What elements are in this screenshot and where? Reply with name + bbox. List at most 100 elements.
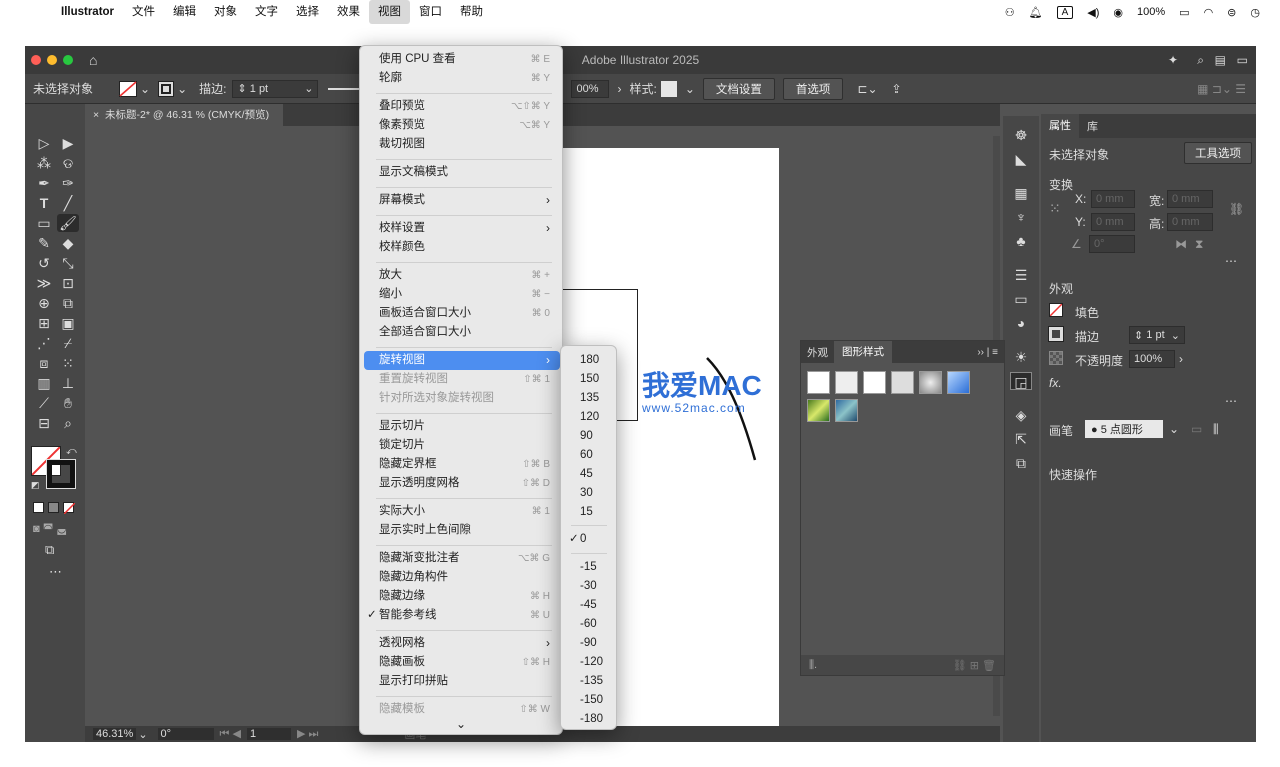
print-tiling-tool-icon[interactable]: ⊟ (33, 414, 55, 432)
rotate-option[interactable]: 135 (565, 389, 614, 408)
menu-item-reset-rotate-view[interactable]: 重置旋转视图 ⇧⌘ 1 (364, 370, 560, 389)
artboard-number-input[interactable]: 1 (246, 728, 291, 740)
gradient-tool-icon[interactable]: ▣ (57, 314, 79, 332)
width-input[interactable]: 0 mm (1167, 190, 1213, 208)
style-swatch-7[interactable] (807, 399, 830, 422)
menu-item-hide-gradient-annotator[interactable]: 隐藏渐变批注者 ⌥⌘ G (364, 549, 560, 568)
menu-item-smart-guides[interactable]: ✓ 智能参考线 ⌘ U (364, 606, 560, 625)
menu-item-cpu-preview[interactable]: 使用 CPU 查看 ⌘ E (364, 50, 560, 69)
transparency-icon[interactable]: ◕ (1010, 314, 1032, 332)
menu-item-pixel-preview[interactable]: 像素预览 ⌥⌘ Y (364, 116, 560, 135)
chevron-down-icon[interactable]: ⌄ (685, 82, 695, 96)
rotate-option[interactable]: -90 (565, 634, 614, 653)
appearance-icon[interactable]: ☀ (1010, 348, 1032, 366)
rotate-option[interactable]: 180 (565, 351, 614, 370)
shaper-tool-icon[interactable]: ✎ (33, 234, 55, 252)
graphic-styles-icon[interactable]: ◲ (1010, 372, 1032, 390)
clock-icon[interactable]: ◷ (1250, 6, 1260, 19)
menu-file[interactable]: 文件 (123, 0, 164, 24)
artboard-next-icon[interactable]: ▶ ⏭ (297, 727, 318, 741)
eraser-tool-icon[interactable]: ◆ (57, 234, 79, 252)
flip-horizontal-icon[interactable]: ⧓ (1175, 237, 1187, 251)
wifi-icon[interactable]: ◠ (1204, 6, 1214, 19)
lasso-tool-icon[interactable]: ଡ (57, 154, 79, 172)
swap-colors-icon[interactable]: ⤺ (66, 446, 77, 457)
menu-item-screen-mode[interactable]: 屏幕模式 › (364, 191, 560, 210)
rotate-option[interactable]: -135 (565, 672, 614, 691)
share-icon[interactable]: ⇪ (892, 82, 902, 96)
brush-libraries-icon[interactable]: ⫼ (1213, 422, 1219, 437)
libraries-icon[interactable]: ▦ (1010, 184, 1032, 202)
panel-toggle-icon[interactable]: ▭ (1237, 53, 1248, 67)
menu-item-hide-edges[interactable]: 隐藏边缘 ⌘ H (364, 587, 560, 606)
transparency-swatch[interactable] (1049, 351, 1063, 365)
rotate-option[interactable]: 30 (565, 484, 614, 503)
rotate-option[interactable]: 60 (565, 446, 614, 465)
creative-cloud-icon[interactable]: ⚇ (1005, 6, 1015, 19)
style-swatch-4[interactable] (891, 371, 914, 394)
rotate-option[interactable]: -30 (565, 577, 614, 596)
menu-edit[interactable]: 编辑 (164, 0, 205, 24)
rotate-tool-icon[interactable]: ↺ (33, 254, 55, 272)
y-input[interactable]: 0 mm (1091, 213, 1135, 231)
rotate-option[interactable]: 150 (565, 370, 614, 389)
arrange-icon[interactable]: ⊏⌄ (857, 82, 877, 96)
menu-item-proof-colors[interactable]: 校样颜色 (364, 238, 560, 257)
zoom-level-input[interactable]: 46.31% (93, 728, 137, 740)
search-icon[interactable]: ⌕ (1197, 53, 1204, 68)
tab-appearance[interactable]: 外观 (801, 345, 834, 360)
opacity-arrow-icon[interactable]: › (617, 82, 621, 96)
document-tab[interactable]: × 未标题-2* @ 46.31 % (CMYK/预览) (85, 104, 284, 126)
more-options-icon[interactable]: ⋯ (1225, 394, 1237, 408)
tool-options-button[interactable]: 工具选项 (1184, 142, 1252, 164)
style-swatch-default[interactable] (807, 371, 830, 394)
rotate-option[interactable]: 15 (565, 503, 614, 522)
rotate-option[interactable]: -60 (565, 615, 614, 634)
reference-point-icon[interactable]: ⁙ (1049, 200, 1061, 217)
line-tool-icon[interactable]: ╱ (57, 194, 79, 212)
draw-mode-icon[interactable]: ◙ ◚ ◛ (33, 522, 67, 535)
style-swatch-5[interactable] (919, 371, 942, 394)
export-icon[interactable]: ⇱ (1010, 430, 1032, 448)
zoom-tool-icon[interactable]: ⌕ (57, 414, 79, 432)
menu-item-show-live-paint-gaps[interactable]: 显示实时上色间隙 (364, 521, 560, 540)
rectangle-tool-icon[interactable]: ▭ (33, 214, 55, 232)
apple-menu-icon[interactable] (0, 0, 52, 24)
menu-scroll-down-icon[interactable]: ⌄ (360, 717, 562, 731)
pen-tool-icon[interactable]: ✒ (33, 174, 55, 192)
rotation-input[interactable]: 0° (157, 728, 214, 740)
more-options-icon[interactable]: ⋯ (1225, 254, 1237, 268)
gradient-panel-icon[interactable]: ▭ (1010, 290, 1032, 308)
artboard-tool-icon[interactable]: ⊥ (57, 374, 79, 392)
menu-type[interactable]: 文字 (246, 0, 287, 24)
scale-tool-icon[interactable]: ⤡ (57, 254, 79, 272)
menu-item-zoom-out[interactable]: 缩小 ⌘ − (364, 285, 560, 304)
stroke-weight-input[interactable]: ⇕ 1 pt ⌄ (1129, 326, 1185, 344)
free-transform-tool-icon[interactable]: ⊡ (57, 274, 79, 292)
style-swatch-2[interactable] (835, 371, 858, 394)
input-method-indicator[interactable]: A (1056, 5, 1074, 19)
perspective-grid-tool-icon[interactable]: ⧉ (57, 294, 79, 312)
chevron-down-icon[interactable]: ⌄ (1169, 422, 1179, 436)
stroke-swatch[interactable] (1048, 326, 1064, 342)
close-tab-icon[interactable]: × (93, 109, 99, 121)
menu-item-fit-artboard[interactable]: 画板适合窗口大小 ⌘ 0 (364, 304, 560, 323)
menu-window[interactable]: 窗口 (410, 0, 451, 24)
battery-icon[interactable]: ▭ (1179, 6, 1189, 19)
menu-item-perspective-grid[interactable]: 透视网格 › (364, 634, 560, 653)
width-tool-icon[interactable]: ≫ (33, 274, 55, 292)
none-mode-icon[interactable] (63, 502, 75, 514)
x-input[interactable]: 0 mm (1091, 190, 1135, 208)
menu-effect[interactable]: 效果 (328, 0, 369, 24)
menu-item-rotate-to-selection[interactable]: 针对所选对象旋转视图 (364, 389, 560, 408)
constrain-proportions-icon[interactable]: ⛓ (1229, 202, 1244, 216)
menu-item-rotate-view[interactable]: 旋转视图 › (364, 351, 560, 370)
menu-select[interactable]: 选择 (287, 0, 328, 24)
stroke-swatch[interactable]: ⌄ (158, 80, 187, 97)
symbol-sprayer-tool-icon[interactable]: ⁙ (57, 354, 79, 372)
stepper-icon[interactable]: ⇕ (1134, 329, 1143, 342)
gradient-mode-icon[interactable] (48, 502, 59, 513)
stroke-color-swatch[interactable] (46, 459, 76, 489)
menu-help[interactable]: 帮助 (451, 0, 492, 24)
tab-graphic-styles[interactable]: 图形样式 (834, 341, 892, 363)
